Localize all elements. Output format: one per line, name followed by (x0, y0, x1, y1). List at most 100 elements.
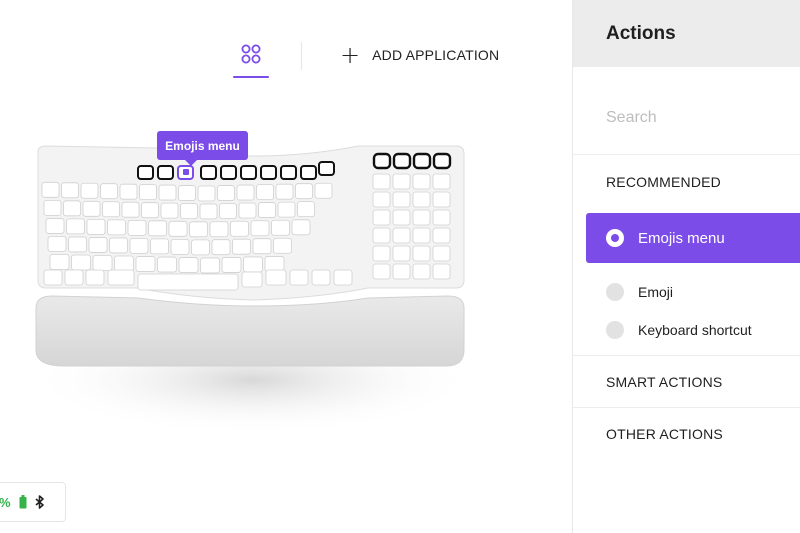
apps-grid-icon (241, 44, 261, 64)
keyboard-key (180, 203, 198, 219)
keyboard-key (49, 254, 70, 270)
radio-unselected-icon (606, 321, 624, 339)
section-other-actions[interactable]: OTHER ACTIONS (573, 408, 800, 460)
actions-panel: Actions RECOMMENDED Emojis menu Emoji Ke… (572, 0, 800, 533)
keyboard-key (412, 227, 431, 244)
keyboard-key (63, 200, 81, 217)
section-other-actions-label: OTHER ACTIONS (606, 426, 723, 442)
option-label: Keyboard shortcut (638, 322, 752, 338)
keyboard-key (45, 218, 65, 234)
keyboard-key (141, 202, 159, 219)
keyboard-key (392, 227, 411, 244)
keyboard-key (412, 263, 431, 280)
device-status-card: % (0, 482, 66, 522)
keyboard-key (66, 218, 85, 235)
keyboard-key (238, 202, 257, 219)
keyboard-key (209, 221, 229, 238)
actions-panel-header: Actions (573, 0, 800, 67)
keyboard-key (129, 238, 149, 254)
keyboard-key (432, 263, 451, 280)
keyboard-key (100, 183, 118, 200)
keyboard-key (372, 263, 391, 280)
option-emojis-menu[interactable]: Emojis menu (586, 213, 800, 263)
section-recommended[interactable]: RECOMMENDED (573, 155, 800, 209)
devices-tab[interactable] (233, 38, 269, 78)
keyboard-key (372, 191, 391, 208)
bluetooth-icon (35, 495, 44, 509)
keyboard-key (256, 184, 274, 201)
section-smart-actions-label: SMART ACTIONS (606, 373, 723, 390)
battery-icon (19, 495, 27, 509)
battery-percent: % (0, 494, 11, 510)
keyboard-key (277, 201, 296, 218)
option-label: Emojis menu (638, 229, 725, 247)
section-smart-actions[interactable]: SMART ACTIONS (573, 356, 800, 408)
keyboard-key (61, 182, 79, 199)
tab-divider (301, 42, 302, 70)
keyboard-key (121, 201, 140, 218)
keyboard-key (211, 239, 231, 256)
keyboard-key (221, 257, 242, 273)
keyboard-key (200, 257, 220, 274)
keyboard-key (412, 245, 431, 262)
keyboard-key (82, 200, 101, 217)
keyboard-key (160, 202, 179, 219)
keyboard-key (252, 238, 272, 255)
keyboard-key (127, 219, 147, 236)
keyboard-key (80, 182, 99, 199)
keyboard-key (86, 218, 106, 235)
keyboard-key (232, 238, 251, 255)
device-canvas: + ADD APPLICATION Emojis menu % (0, 0, 572, 533)
keyboard-key (372, 209, 391, 226)
keyboard-key (158, 184, 177, 201)
keyboard-key (85, 269, 105, 286)
keyboard-key (432, 245, 451, 262)
keyboard-key (372, 245, 391, 262)
keyboard-key (289, 269, 309, 286)
keyboard-key (392, 245, 411, 262)
keyboard-key (392, 263, 411, 280)
keyboard-key (157, 256, 177, 273)
option-keyboard-shortcut[interactable]: Keyboard shortcut (573, 311, 800, 349)
keyboard-key (230, 220, 249, 237)
keyboard-key (275, 183, 294, 200)
keyboard-key (217, 185, 235, 201)
keyboard-key (68, 236, 87, 253)
keyboard-key (412, 191, 431, 208)
keyboard-key (92, 255, 113, 271)
radio-unselected-icon (606, 283, 624, 301)
panel-title: Actions (606, 22, 676, 44)
keyboard-key (264, 256, 285, 272)
keyboard-key (150, 238, 169, 255)
keyboard-key (392, 173, 411, 190)
keyboard-key (412, 209, 431, 226)
keyboard-key (102, 201, 120, 218)
keyboard-key (241, 271, 263, 288)
keyboard-key (314, 182, 333, 199)
option-emoji[interactable]: Emoji (573, 273, 800, 311)
keyboard-key (114, 255, 134, 272)
keyboard-key (88, 237, 108, 253)
keyboard-key (71, 254, 91, 271)
add-application-button[interactable]: + ADD APPLICATION (340, 43, 499, 67)
keyboard-key (291, 219, 311, 236)
keyboard-key (119, 183, 138, 200)
keyboard-key (219, 203, 237, 219)
keyboard-key (412, 173, 431, 190)
search-input[interactable] (606, 109, 786, 127)
keyboard-key (178, 185, 196, 201)
keyboard-key (250, 220, 270, 237)
keyboard-key (392, 209, 411, 226)
recommended-options: Emojis menu Emoji Keyboard shortcut (573, 213, 800, 356)
option-label: Emoji (638, 284, 674, 300)
keyboard-key (432, 191, 451, 208)
keyboard-key (109, 237, 128, 254)
search-container (573, 67, 800, 155)
keyboard-key (191, 239, 210, 256)
keyboard-key (139, 184, 157, 201)
keyboard-key (372, 173, 391, 190)
keyboard-key (372, 227, 391, 244)
keyboard-key (297, 201, 315, 218)
section-recommended-label: RECOMMENDED (606, 174, 721, 190)
keyboard-key (43, 269, 63, 286)
